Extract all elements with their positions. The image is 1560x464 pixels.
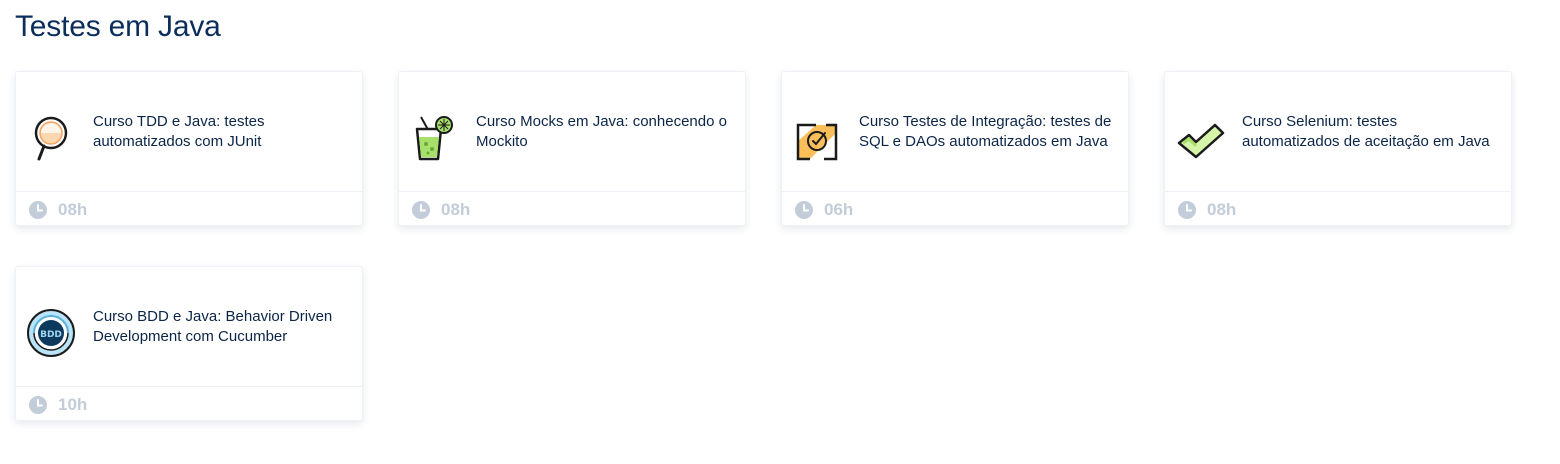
course-card-body[interactable]: Curso TDD e Java: testes automatizados c… bbox=[16, 72, 362, 191]
course-card-footer: 08h bbox=[399, 191, 745, 228]
course-title[interactable]: Curso TDD e Java: testes automatizados c… bbox=[93, 72, 348, 191]
clock-icon bbox=[795, 201, 813, 219]
checkmark-icon bbox=[1175, 111, 1225, 165]
course-card-footer: 06h bbox=[782, 191, 1128, 228]
course-card-footer: 10h bbox=[16, 386, 362, 423]
course-title[interactable]: Curso BDD e Java: Behavior Driven Develo… bbox=[93, 267, 348, 386]
course-card-body[interactable]: Curso Mocks em Java: conhecendo o Mockit… bbox=[399, 72, 745, 191]
course-duration: 10h bbox=[58, 395, 88, 414]
course-title[interactable]: Curso Selenium: testes automatizados de … bbox=[1242, 72, 1497, 191]
course-card-bdd[interactable]: BDD Curso BDD e Java: Behavior Driven De… bbox=[15, 266, 363, 421]
course-duration: 06h bbox=[824, 200, 854, 219]
course-duration: 08h bbox=[1207, 200, 1237, 219]
bdd-icon-label: BDD bbox=[40, 330, 62, 340]
course-duration: 08h bbox=[441, 200, 471, 219]
integration-check-icon bbox=[792, 111, 842, 165]
course-card-footer: 08h bbox=[1165, 191, 1511, 228]
course-card-body[interactable]: Curso Testes de Integração: testes de SQ… bbox=[782, 72, 1128, 191]
course-duration: 08h bbox=[58, 200, 88, 219]
clock-icon bbox=[412, 201, 430, 219]
course-card-body[interactable]: Curso Selenium: testes automatizados de … bbox=[1165, 72, 1511, 191]
course-card-footer: 08h bbox=[16, 191, 362, 228]
magnifier-icon bbox=[26, 111, 76, 165]
clock-icon bbox=[1178, 201, 1196, 219]
course-card-mocks[interactable]: Curso Mocks em Java: conhecendo o Mockit… bbox=[398, 71, 746, 226]
clock-icon bbox=[29, 396, 47, 414]
drink-glass-icon bbox=[409, 111, 459, 165]
clock-icon bbox=[29, 201, 47, 219]
course-card-tdd[interactable]: Curso TDD e Java: testes automatizados c… bbox=[15, 71, 363, 226]
course-title[interactable]: Curso Testes de Integração: testes de SQ… bbox=[859, 72, 1114, 191]
course-card-integracao[interactable]: Curso Testes de Integração: testes de SQ… bbox=[781, 71, 1129, 226]
bdd-cycle-icon: BDD bbox=[26, 306, 76, 360]
course-title[interactable]: Curso Mocks em Java: conhecendo o Mockit… bbox=[476, 72, 731, 191]
course-card-selenium[interactable]: Curso Selenium: testes automatizados de … bbox=[1164, 71, 1512, 226]
section-title: Testes em Java bbox=[15, 10, 221, 43]
course-card-body[interactable]: BDD Curso BDD e Java: Behavior Driven De… bbox=[16, 267, 362, 386]
